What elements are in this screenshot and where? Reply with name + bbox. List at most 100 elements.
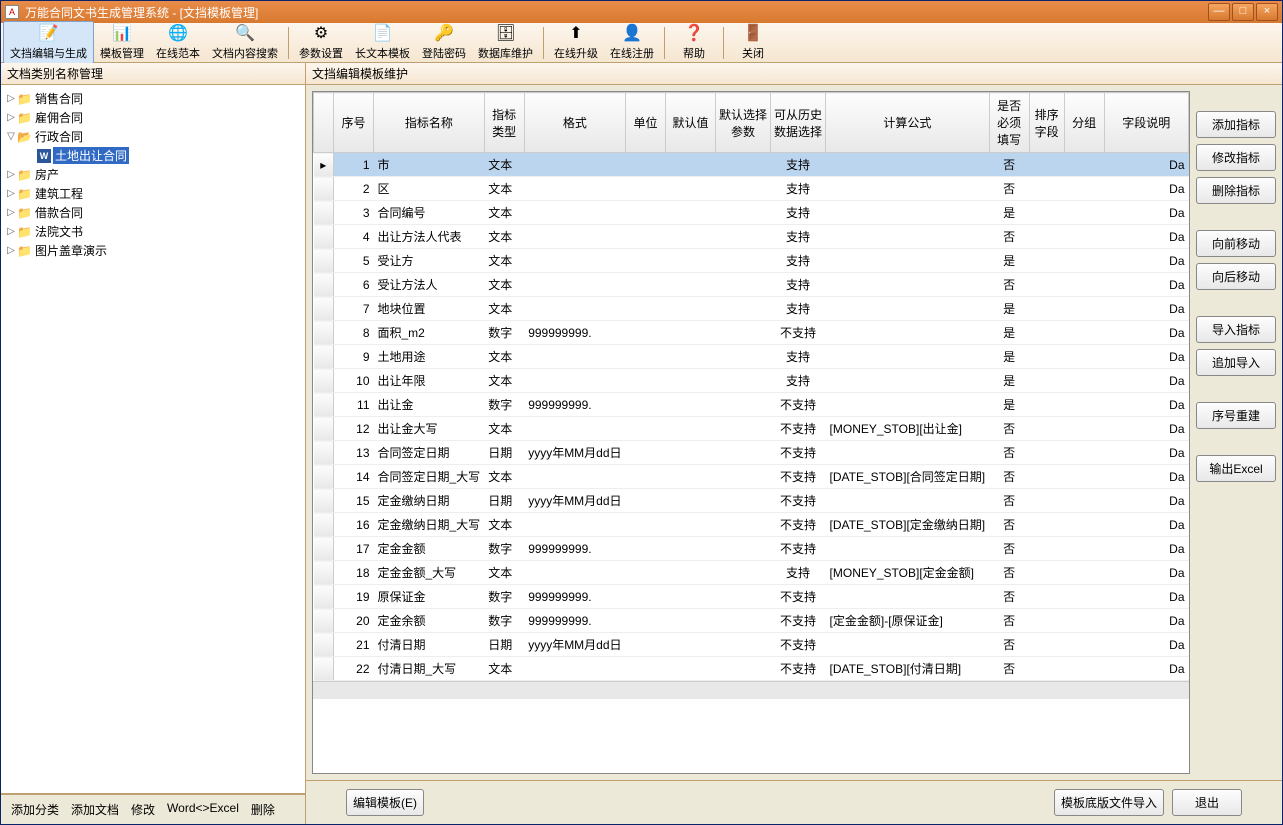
toolbar-长文本模板[interactable]: 📄长文本模板 xyxy=(349,22,416,63)
在线范本-icon: 🌐 xyxy=(168,24,188,44)
content-header: 文挡编辑模板维护 xyxy=(306,63,1282,85)
table-row[interactable]: 10 出让年限 文本 支持 是 Da xyxy=(314,369,1189,393)
tree-toggle-icon[interactable]: ▷ xyxy=(5,93,17,104)
side-btn-追加导入[interactable]: 追加导入 xyxy=(1196,349,1276,376)
table-row[interactable]: 19 原保证金 数字 999999999. 不支持 否 Da xyxy=(314,585,1189,609)
table-row[interactable]: ▸ 1 市 文本 支持 否 Da xyxy=(314,153,1189,177)
tree-toggle-icon[interactable]: ▷ xyxy=(5,112,17,123)
col-header[interactable]: 字段说明 xyxy=(1104,93,1188,153)
tree-item-建筑工程[interactable]: ▷📁建筑工程 xyxy=(5,184,301,203)
tree-footer: 添加分类添加文档修改 Word<>Excel 删除 xyxy=(1,794,305,824)
table-row[interactable]: 5 受让方 文本 支持 是 Da xyxy=(314,249,1189,273)
tree-item-雇佣合同[interactable]: ▷📁雇佣合同 xyxy=(5,108,301,127)
import-template-button[interactable]: 模板底版文件导入 xyxy=(1054,789,1164,816)
toolbar-参数设置[interactable]: ⚙参数设置 xyxy=(293,22,349,63)
toolbar-登陆密码[interactable]: 🔑登陆密码 xyxy=(416,22,472,63)
tree-toggle-icon[interactable]: ▷ xyxy=(5,207,17,218)
maximize-button[interactable]: □ xyxy=(1232,3,1254,21)
window-title: 万能合同文书生成管理系统 - [文挡模板管理] xyxy=(25,4,1208,21)
col-header[interactable]: 是否必须填写 xyxy=(989,93,1029,153)
table-row[interactable]: 6 受让方法人 文本 支持 否 Da xyxy=(314,273,1189,297)
col-header[interactable]: 默认选择参数 xyxy=(716,93,771,153)
exit-button[interactable]: 退出 xyxy=(1172,789,1242,816)
table-row[interactable]: 9 土地用途 文本 支持 是 Da xyxy=(314,345,1189,369)
col-header[interactable]: 计算公式 xyxy=(826,93,990,153)
side-btn-输出Excel[interactable]: 输出Excel xyxy=(1196,455,1276,482)
side-btn-添加指标[interactable]: 添加指标 xyxy=(1196,111,1276,138)
footer-添加文档[interactable]: 添加文档 xyxy=(71,801,119,818)
table-row[interactable]: 14 合同签定日期_大写 文本 不支持 [DATE_STOB][合同签定日期] … xyxy=(314,465,1189,489)
tree-toggle-icon[interactable]: ▷ xyxy=(5,245,17,256)
toolbar-文档内容搜索[interactable]: 🔍文档内容搜索 xyxy=(206,22,284,63)
toolbar-文挡编辑与生成[interactable]: 📝文挡编辑与生成 xyxy=(3,21,94,64)
关闭-icon: 🚪 xyxy=(743,24,763,44)
col-header[interactable]: 单位 xyxy=(626,93,666,153)
tree-toggle-icon[interactable]: ▷ xyxy=(5,169,17,180)
tree-toggle-icon[interactable]: ▷ xyxy=(5,226,17,237)
indicator-grid[interactable]: 序号指标名称指标类型格式单位默认值默认选择参数可从历史数据选择计算公式是否必须填… xyxy=(312,91,1190,774)
table-row[interactable]: 4 出让方法人代表 文本 支持 否 Da xyxy=(314,225,1189,249)
table-row[interactable]: 8 面积_m2 数字 999999999. 不支持 是 Da xyxy=(314,321,1189,345)
col-header[interactable]: 默认值 xyxy=(666,93,716,153)
table-row[interactable]: 7 地块位置 文本 支持 是 Da xyxy=(314,297,1189,321)
tree-item-法院文书[interactable]: ▷📁法院文书 xyxy=(5,222,301,241)
word-icon: W xyxy=(37,149,51,163)
tree-item-借款合同[interactable]: ▷📁借款合同 xyxy=(5,203,301,222)
side-btn-向后移动[interactable]: 向后移动 xyxy=(1196,263,1276,290)
toolbar-帮助[interactable]: ❓帮助 xyxy=(669,22,719,63)
footer-Word<>Excel[interactable]: Word<>Excel xyxy=(167,801,239,818)
table-row[interactable]: 21 付清日期 日期 yyyy年MM月dd日 不支持 否 Da xyxy=(314,633,1189,657)
table-row[interactable]: 2 区 文本 支持 否 Da xyxy=(314,177,1189,201)
category-tree[interactable]: ▷📁销售合同▷📁雇佣合同▽📂行政合同W土地出让合同▷📁房产▷📁建筑工程▷📁借款合… xyxy=(1,85,305,794)
folder-icon: 📁 xyxy=(17,187,33,201)
table-row[interactable]: 13 合同签定日期 日期 yyyy年MM月dd日 不支持 否 Da xyxy=(314,441,1189,465)
col-header[interactable]: 指标类型 xyxy=(484,93,524,153)
side-btn-修改指标[interactable]: 修改指标 xyxy=(1196,144,1276,171)
footer-修改[interactable]: 修改 xyxy=(131,801,155,818)
toolbar-模板管理[interactable]: 📊模板管理 xyxy=(94,22,150,63)
tree-item-土地出让合同[interactable]: W土地出让合同 xyxy=(25,146,301,165)
col-header[interactable]: 序号 xyxy=(334,93,374,153)
table-row[interactable]: 22 付清日期_大写 文本 不支持 [DATE_STOB][付清日期] 否 Da xyxy=(314,657,1189,681)
tree-header: 文档类别名称管理 xyxy=(1,63,305,85)
toolbar-在线范本[interactable]: 🌐在线范本 xyxy=(150,22,206,63)
table-row[interactable]: 11 出让金 数字 999999999. 不支持 是 Da xyxy=(314,393,1189,417)
table-row[interactable]: 3 合同编号 文本 支持 是 Da xyxy=(314,201,1189,225)
table-row[interactable]: 18 定金金额_大写 文本 支持 [MONEY_STOB][定金金额] 否 Da xyxy=(314,561,1189,585)
长文本模板-icon: 📄 xyxy=(373,24,393,44)
toolbar-关闭[interactable]: 🚪关闭 xyxy=(728,22,778,63)
登陆密码-icon: 🔑 xyxy=(434,24,454,44)
horizontal-scrollbar[interactable] xyxy=(313,681,1189,699)
side-btn-删除指标[interactable]: 删除指标 xyxy=(1196,177,1276,204)
side-btn-导入指标[interactable]: 导入指标 xyxy=(1196,316,1276,343)
tree-item-房产[interactable]: ▷📁房产 xyxy=(5,165,301,184)
col-header[interactable]: 指标名称 xyxy=(374,93,485,153)
table-row[interactable]: 12 出让金大写 文本 不支持 [MONEY_STOB][出让金] 否 Da xyxy=(314,417,1189,441)
table-row[interactable]: 15 定金缴纳日期 日期 yyyy年MM月dd日 不支持 否 Da xyxy=(314,489,1189,513)
minimize-button[interactable]: — xyxy=(1208,3,1230,21)
tree-toggle-icon[interactable]: ▽ xyxy=(5,131,17,142)
col-header[interactable]: 分组 xyxy=(1064,93,1104,153)
side-button-panel: 添加指标修改指标删除指标向前移动向后移动导入指标追加导入序号重建输出Excel xyxy=(1196,91,1276,774)
close-button[interactable]: × xyxy=(1256,3,1278,21)
table-row[interactable]: 16 定金缴纳日期_大写 文本 不支持 [DATE_STOB][定金缴纳日期] … xyxy=(314,513,1189,537)
tree-item-图片盖章演示[interactable]: ▷📁图片盖章演示 xyxy=(5,241,301,260)
bottom-bar: 编辑模板(E) 模板底版文件导入 退出 xyxy=(306,780,1282,824)
table-row[interactable]: 20 定金余额 数字 999999999. 不支持 [定金金额]-[原保证金] … xyxy=(314,609,1189,633)
tree-item-销售合同[interactable]: ▷📁销售合同 xyxy=(5,89,301,108)
文挡编辑与生成-icon: 📝 xyxy=(39,24,59,44)
footer-添加分类[interactable]: 添加分类 xyxy=(11,801,59,818)
toolbar-数据库维护[interactable]: 🗄数据库维护 xyxy=(472,22,539,63)
col-header[interactable]: 可从历史数据选择 xyxy=(771,93,826,153)
col-header[interactable]: 格式 xyxy=(524,93,625,153)
tree-toggle-icon[interactable]: ▷ xyxy=(5,188,17,199)
col-header[interactable]: 排序字段 xyxy=(1029,93,1064,153)
side-btn-序号重建[interactable]: 序号重建 xyxy=(1196,402,1276,429)
table-row[interactable]: 17 定金金额 数字 999999999. 不支持 否 Da xyxy=(314,537,1189,561)
toolbar-在线升级[interactable]: ⬆在线升级 xyxy=(548,22,604,63)
edit-template-button[interactable]: 编辑模板(E) xyxy=(346,789,424,816)
toolbar-在线注册[interactable]: 👤在线注册 xyxy=(604,22,660,63)
tree-item-行政合同[interactable]: ▽📂行政合同 xyxy=(5,127,301,146)
side-btn-向前移动[interactable]: 向前移动 xyxy=(1196,230,1276,257)
footer-删除[interactable]: 删除 xyxy=(251,801,275,818)
